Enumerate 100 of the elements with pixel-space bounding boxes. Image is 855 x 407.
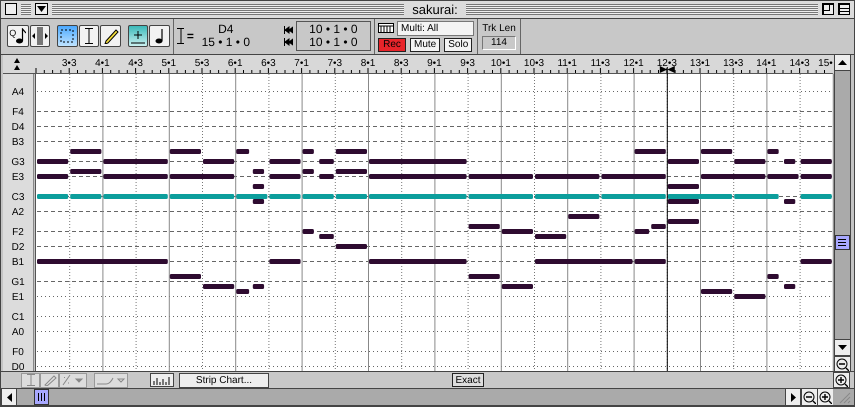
note-bar[interactable] (170, 174, 234, 180)
note-bar[interactable] (269, 259, 301, 264)
note-bar[interactable] (252, 199, 264, 204)
note-bar[interactable] (369, 259, 467, 264)
note-bar[interactable] (369, 174, 467, 180)
note-bar[interactable] (784, 199, 796, 204)
note-bar[interactable] (236, 194, 268, 200)
bar-graph-button[interactable] (150, 373, 174, 388)
shade-box[interactable] (838, 3, 850, 16)
note-bar[interactable] (800, 259, 832, 264)
resize-grip-icon[interactable] (837, 390, 851, 404)
note-bar[interactable] (668, 184, 699, 190)
note-bar[interactable] (319, 159, 334, 164)
track-toggle-button[interactable]: Rec (378, 38, 406, 52)
note-bar[interactable] (668, 199, 699, 204)
note-bar[interactable] (37, 159, 68, 164)
note-bar[interactable] (336, 244, 367, 250)
zoom-out-button[interactable] (834, 356, 850, 372)
note-bar[interactable] (37, 174, 68, 180)
note-bar[interactable] (767, 274, 779, 280)
note-bar[interactable] (502, 284, 533, 290)
strip-chart-button[interactable]: Strip Chart... (179, 372, 269, 388)
note-bar[interactable] (734, 159, 766, 164)
note-bar[interactable] (252, 184, 264, 190)
pencil-tool-button[interactable] (100, 25, 121, 48)
close-box[interactable] (5, 3, 17, 16)
note-bar[interactable] (535, 234, 566, 240)
note-tool-button[interactable] (149, 25, 170, 48)
note-bar[interactable] (634, 259, 666, 264)
note-bar[interactable] (236, 149, 250, 154)
note-bar[interactable] (468, 274, 500, 280)
note-bar[interactable] (37, 259, 168, 264)
note-bar[interactable] (302, 169, 314, 174)
note-bar[interactable] (319, 174, 334, 180)
track-toggle-button[interactable]: Solo (444, 38, 472, 52)
scroll-right-button[interactable] (785, 389, 801, 405)
note-bar[interactable] (252, 169, 264, 174)
note-bar[interactable] (800, 159, 832, 164)
note-bar[interactable] (468, 174, 533, 180)
note-bar[interactable] (734, 294, 766, 300)
note-bar[interactable] (701, 149, 732, 154)
note-bar[interactable] (502, 229, 533, 234)
ibeam-tool-button[interactable] (78, 25, 100, 48)
note-bar[interactable] (800, 174, 832, 180)
note-bar[interactable] (601, 174, 666, 180)
track-length-field[interactable]: 114 (482, 36, 516, 50)
note-bar[interactable] (535, 174, 600, 180)
note-bar[interactable] (651, 224, 666, 230)
note-bar[interactable] (70, 169, 102, 174)
note-bar[interactable] (568, 214, 600, 220)
curve-menu-button[interactable] (94, 372, 128, 388)
note-bar[interactable] (767, 149, 779, 154)
scroll-down-button[interactable] (834, 340, 850, 356)
quantize-tool-button[interactable]: Q (7, 25, 29, 48)
vertical-scrollbar[interactable] (834, 71, 850, 340)
exact-button[interactable]: Exact (452, 373, 484, 388)
note-bar[interactable] (336, 149, 367, 154)
note-bar[interactable] (784, 159, 796, 164)
scroll-thumb[interactable] (834, 235, 850, 250)
playhead-marker[interactable] (660, 66, 675, 372)
collapse-box[interactable] (35, 3, 48, 16)
note-bar[interactable] (203, 284, 234, 290)
zoom-in-button[interactable] (833, 372, 850, 388)
note-bar[interactable] (170, 274, 201, 280)
grid-tool-button[interactable] (128, 25, 148, 48)
note-bar[interactable] (170, 149, 201, 154)
note-bar[interactable] (269, 174, 301, 180)
note-bar[interactable] (784, 284, 796, 290)
note-bar[interactable] (468, 224, 500, 230)
note-bar[interactable] (668, 219, 699, 224)
note-bar[interactable] (535, 259, 633, 264)
marquee-tool-button[interactable] (57, 25, 78, 48)
zoom-box[interactable] (822, 3, 834, 16)
zoom-out-button[interactable] (801, 389, 817, 405)
note-bar[interactable] (103, 174, 168, 180)
zoom-in-button[interactable] (817, 389, 833, 405)
scroll-up-button[interactable] (834, 55, 850, 72)
track-name-field[interactable]: Multi: All (397, 20, 474, 36)
note-bar[interactable] (634, 149, 666, 154)
note-bar[interactable] (302, 149, 314, 154)
percent-menu-button[interactable] (59, 372, 87, 388)
note-bar[interactable] (103, 159, 168, 164)
scroll-thumb[interactable] (34, 389, 49, 406)
note-bar[interactable] (767, 174, 799, 180)
note-bar[interactable] (236, 289, 250, 294)
note-bar[interactable] (336, 169, 367, 174)
scroll-left-button[interactable] (1, 389, 17, 405)
slider-tool-button[interactable] (30, 25, 50, 48)
note-bar[interactable] (302, 229, 314, 234)
track-toggle-button[interactable]: Mute (410, 38, 440, 52)
note-bar[interactable] (668, 194, 732, 200)
note-bar[interactable] (319, 234, 334, 240)
note-bar[interactable] (252, 284, 264, 290)
note-bar[interactable] (668, 159, 699, 164)
note-bar[interactable] (203, 159, 234, 164)
note-bar[interactable] (269, 159, 301, 164)
note-bar[interactable] (634, 229, 650, 234)
note-bar[interactable] (369, 159, 467, 164)
note-bar[interactable] (701, 174, 766, 180)
note-bar[interactable] (70, 149, 102, 154)
